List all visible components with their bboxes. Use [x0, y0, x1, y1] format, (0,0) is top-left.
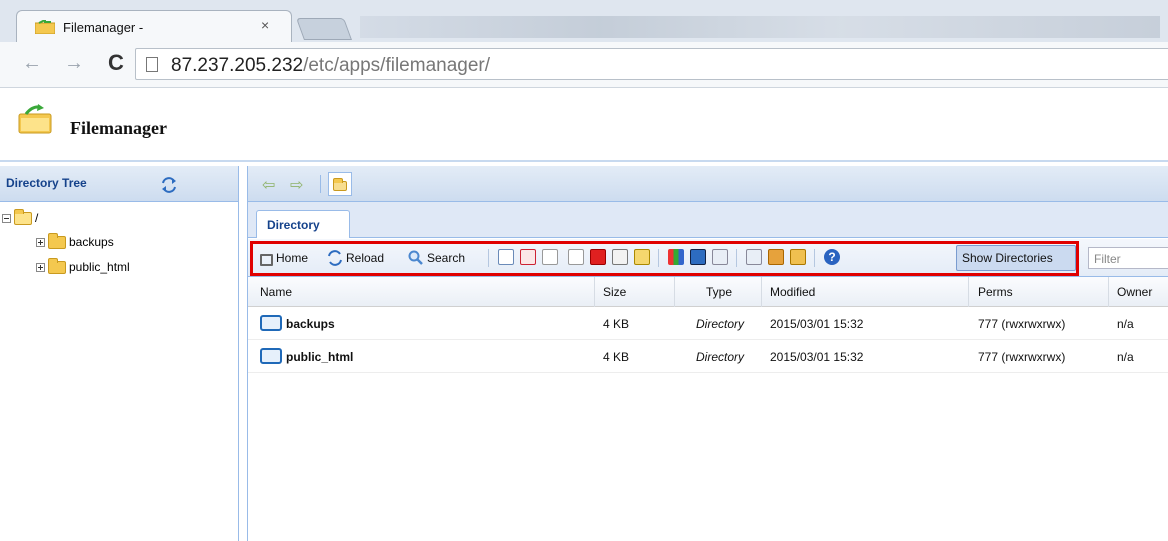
- close-tab-icon[interactable]: ×: [261, 17, 269, 33]
- back-arrow-icon[interactable]: ←: [22, 52, 42, 75]
- directory-tree-panel: Directory Tree / backups public_html: [0, 166, 239, 541]
- back-arrow-icon[interactable]: ⇦: [262, 175, 275, 195]
- tree-item-backups[interactable]: backups: [36, 232, 114, 251]
- filemanager-logo-icon: [18, 104, 52, 134]
- folder-open-icon: [14, 208, 32, 225]
- directory-panel: ⇦ ⇨ Directory Home Reload Search ? Show …: [247, 166, 1168, 541]
- url-text: 87.237.205.232/etc/apps/filemanager/: [171, 55, 491, 76]
- column-name[interactable]: Name: [260, 285, 292, 299]
- tab-directory-label: Directory: [267, 218, 320, 232]
- page-icon: [146, 57, 158, 72]
- cell-size: 4 KB: [603, 350, 630, 364]
- toolbar-separator: [320, 175, 321, 193]
- collapse-icon[interactable]: [2, 213, 11, 223]
- parent-folder-button[interactable]: [328, 172, 352, 196]
- cell-type: Directory: [696, 317, 745, 331]
- cell-owner: n/a: [1117, 317, 1134, 331]
- cell-owner: n/a: [1117, 350, 1134, 364]
- forward-arrow-icon[interactable]: ⇨: [290, 175, 303, 195]
- cell-size: 4 KB: [603, 317, 630, 331]
- tab-directory[interactable]: Directory: [256, 210, 350, 238]
- browser-toolbar: ← → C 87.237.205.232/etc/apps/filemanage…: [0, 42, 1168, 88]
- address-bar[interactable]: 87.237.205.232/etc/apps/filemanager/: [135, 48, 1168, 80]
- tree-root[interactable]: /: [2, 208, 39, 227]
- browser-tab[interactable]: Filemanager - ×: [16, 10, 292, 42]
- tab-title: Filemanager -: [63, 20, 144, 35]
- directory-tree-title: Directory Tree: [6, 176, 87, 190]
- app-header: Filemanager: [0, 88, 1168, 162]
- cell-perms: 777 (rwxrwxrwx): [978, 350, 1066, 364]
- tree-item-public-html[interactable]: public_html: [36, 257, 130, 276]
- cell-name: backups: [286, 317, 335, 331]
- expand-icon[interactable]: [36, 237, 45, 247]
- directory-tree-header: Directory Tree: [0, 166, 238, 202]
- expand-icon[interactable]: [36, 262, 45, 272]
- column-separator: [594, 277, 595, 307]
- toolbar-highlight-box: [250, 241, 1079, 276]
- background-window-blur: [360, 16, 1160, 38]
- folder-icon: [48, 232, 66, 249]
- app-title: Filemanager: [70, 118, 167, 138]
- column-size[interactable]: Size: [603, 285, 626, 299]
- tree-item-label: public_html: [69, 260, 130, 274]
- cell-modified: 2015/03/01 15:32: [770, 317, 864, 331]
- cell-type: Directory: [696, 350, 745, 364]
- folder-icon: [35, 20, 55, 34]
- grid-header: Name Size Type Modified Perms Owner: [248, 277, 1168, 307]
- folder-icon: [333, 178, 347, 191]
- column-owner[interactable]: Owner: [1117, 285, 1152, 299]
- folder-icon: [48, 257, 66, 274]
- folder-icon: [260, 348, 282, 364]
- column-perms[interactable]: Perms: [978, 285, 1013, 299]
- table-row[interactable]: backups 4 KB Directory 2015/03/01 15:32 …: [248, 308, 1168, 340]
- column-type[interactable]: Type: [706, 285, 732, 299]
- column-separator: [968, 277, 969, 307]
- folder-icon: [260, 315, 282, 331]
- filter-input[interactable]: Filter: [1088, 247, 1168, 269]
- new-tab-button[interactable]: [295, 18, 353, 40]
- file-toolbar: Home Reload Search ? Show Directories Fi…: [248, 239, 1168, 277]
- table-row[interactable]: public_html 4 KB Directory 2015/03/01 15…: [248, 341, 1168, 373]
- cell-name: public_html: [286, 350, 354, 364]
- forward-arrow-icon[interactable]: →: [64, 52, 84, 75]
- navigation-bar: ⇦ ⇨: [248, 166, 1168, 202]
- tree-root-label: /: [35, 211, 39, 225]
- refresh-icon[interactable]: [160, 176, 178, 194]
- tab-strip: Directory: [248, 202, 1168, 238]
- reload-icon[interactable]: C: [108, 50, 124, 76]
- tree-item-label: backups: [69, 235, 114, 249]
- column-separator: [761, 277, 762, 307]
- column-separator: [1108, 277, 1109, 307]
- column-modified[interactable]: Modified: [770, 285, 815, 299]
- column-separator: [674, 277, 675, 307]
- browser-tabbar: Filemanager - ×: [0, 0, 1168, 42]
- cell-perms: 777 (rwxrwxrwx): [978, 317, 1066, 331]
- cell-modified: 2015/03/01 15:32: [770, 350, 864, 364]
